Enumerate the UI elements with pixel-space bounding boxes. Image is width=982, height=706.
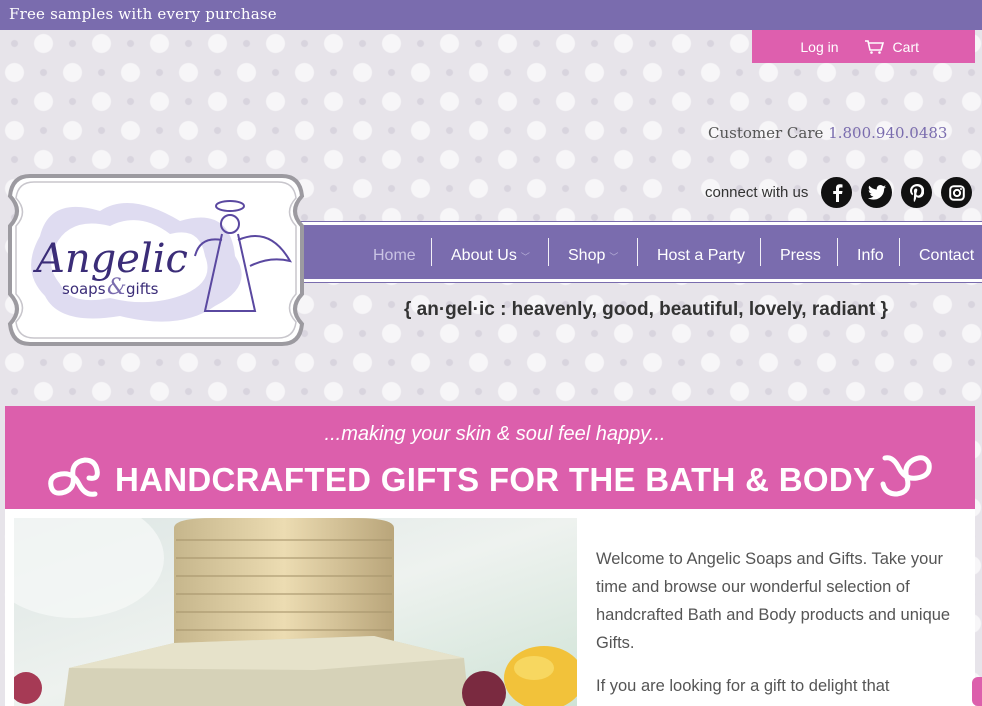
pinterest-icon[interactable] xyxy=(901,177,932,208)
nav-divider xyxy=(899,238,900,266)
hero-banner: ...making your skin & soul feel happy...… xyxy=(5,406,975,509)
hero-photo xyxy=(14,518,577,706)
instagram-icon[interactable] xyxy=(941,177,972,208)
customer-care: Customer Care 1.800.940.0483 xyxy=(708,124,947,142)
nav-divider xyxy=(431,238,432,266)
logo-subtitle-right: gifts xyxy=(126,280,159,298)
nav-divider xyxy=(548,238,549,266)
customer-care-label: Customer Care xyxy=(708,124,824,142)
chat-tab[interactable] xyxy=(972,677,982,706)
twitter-icon[interactable] xyxy=(861,177,892,208)
swirl-right-icon xyxy=(880,455,932,497)
banner-headline: HANDCRAFTED GIFTS FOR THE BATH & BODY xyxy=(115,461,876,498)
swirl-left-icon xyxy=(48,457,100,497)
nav-divider xyxy=(837,238,838,266)
nav-item-about-us-label: About Us xyxy=(451,247,517,264)
nav-divider xyxy=(637,238,638,266)
nav-item-about-us[interactable]: About Us ﹀ xyxy=(451,242,530,270)
connect-label: connect with us xyxy=(705,184,809,201)
site-tagline: { an·gel·ic : heavenly, good, beautiful,… xyxy=(404,299,888,320)
nav-item-press[interactable]: Press xyxy=(780,242,821,270)
nav-item-contact[interactable]: Contact xyxy=(919,242,974,270)
facebook-icon[interactable] xyxy=(821,177,852,208)
welcome-paragraph: If you are looking for a gift to delight… xyxy=(596,677,890,695)
login-link[interactable]: Log in xyxy=(800,39,838,55)
logo-subtitle-left: soaps xyxy=(62,280,106,298)
chevron-down-icon: ﹀ xyxy=(520,251,530,262)
welcome-section: Welcome to Angelic Soaps and Gifts. Take… xyxy=(5,509,975,706)
main-nav: Home About Us ﹀ Shop ﹀ Host a Party Pres… xyxy=(290,222,982,282)
nav-item-shop[interactable]: Shop ﹀ xyxy=(568,242,618,270)
cart-link[interactable]: Cart xyxy=(864,38,919,55)
nav-item-host-a-party[interactable]: Host a Party xyxy=(657,242,745,270)
announcement-text: Free samples with every purchase xyxy=(9,5,277,23)
site-logo[interactable]: Angelic soaps & gifts xyxy=(0,166,312,354)
svg-text:&: & xyxy=(107,275,127,300)
welcome-paragraph: Welcome to Angelic Soaps and Gifts. Take… xyxy=(596,550,951,652)
nav-item-shop-label: Shop xyxy=(568,247,606,264)
announcement-bar: Free samples with every purchase xyxy=(0,0,982,30)
banner-slogan: ...making your skin & soul feel happy... xyxy=(324,423,666,445)
nav-divider xyxy=(760,238,761,266)
phone-number[interactable]: 1.800.940.0483 xyxy=(828,124,947,142)
account-bar: Log in Cart xyxy=(752,30,975,63)
welcome-text: Welcome to Angelic Soaps and Gifts. Take… xyxy=(596,545,976,706)
cart-label: Cart xyxy=(892,38,919,55)
chevron-down-icon: ﹀ xyxy=(609,251,619,262)
nav-item-info[interactable]: Info xyxy=(857,242,884,270)
nav-item-home[interactable]: Home xyxy=(373,242,416,270)
cart-icon xyxy=(864,39,884,54)
